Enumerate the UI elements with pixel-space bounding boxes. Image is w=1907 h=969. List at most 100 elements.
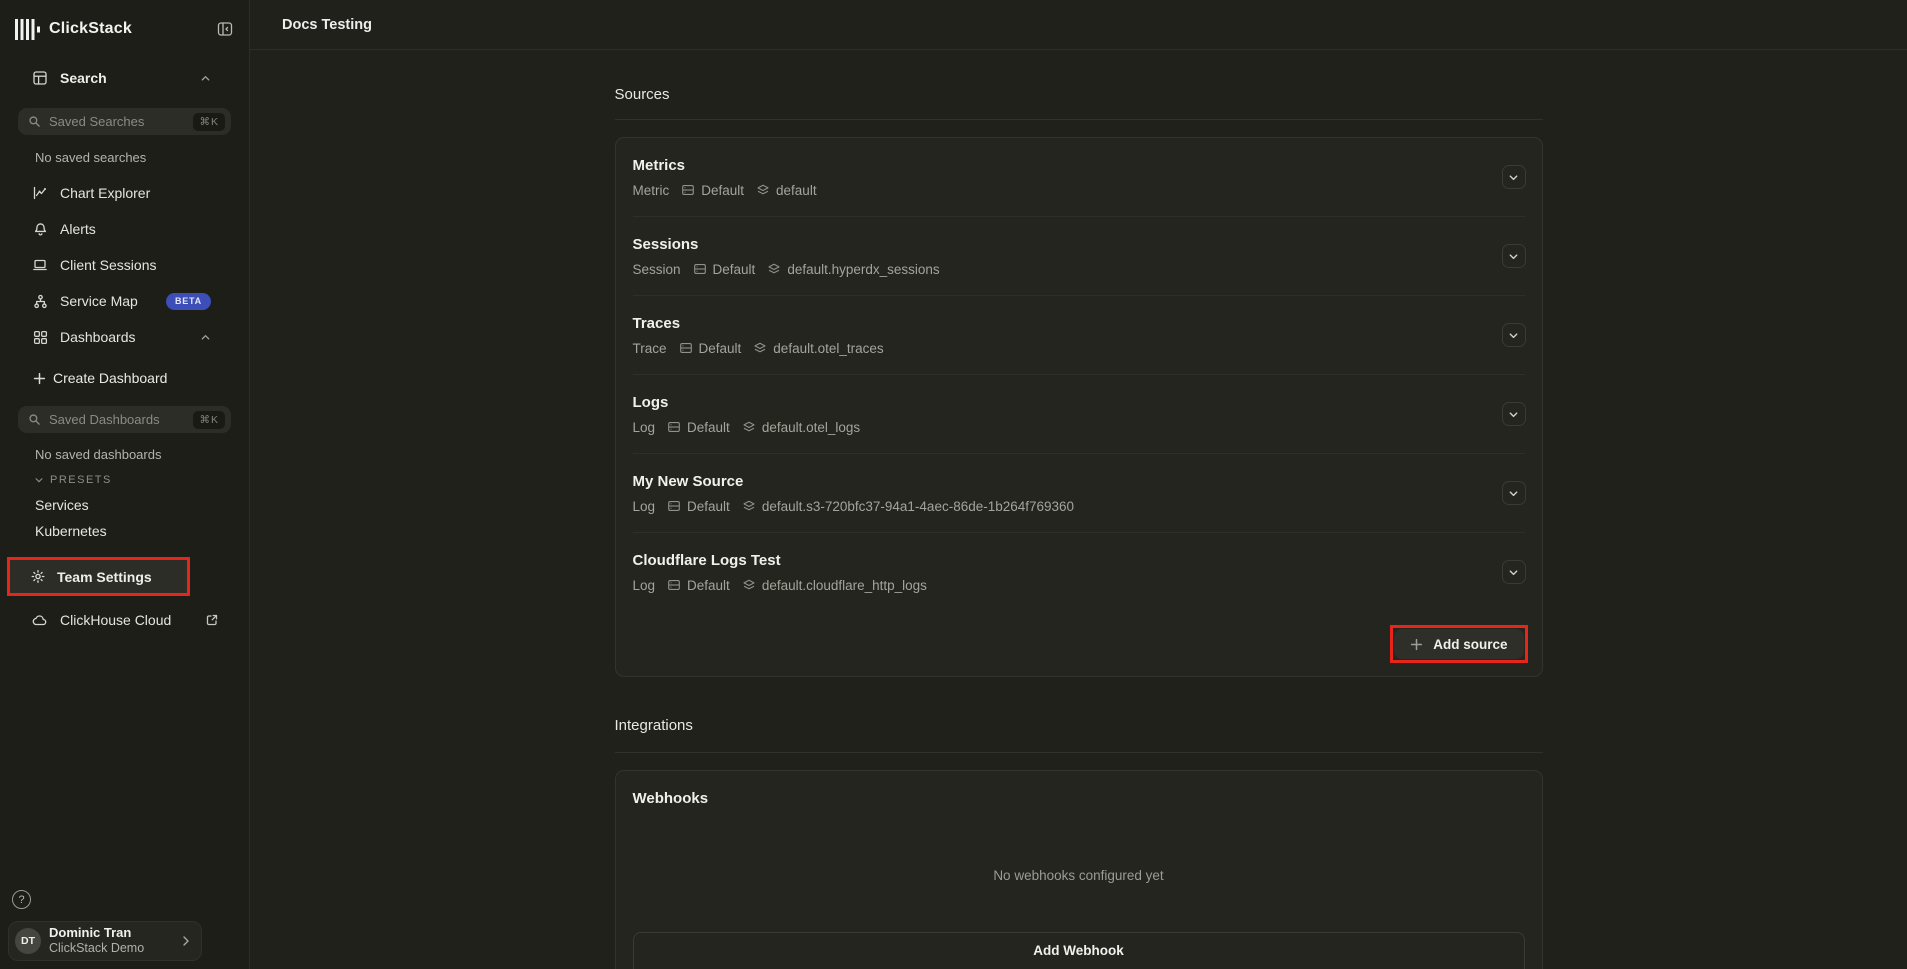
plus-icon [1410,638,1423,651]
app-window: ClickStack Search [0,0,1907,969]
table-name: default.cloudflare_http_logs [762,578,927,593]
shortcut-badge: ⌘K [193,113,225,131]
add-webhook-button[interactable]: Add Webhook [633,932,1525,969]
webhooks-empty-text: No webhooks configured yet [633,868,1525,888]
sources-card: Metrics Metric Default default [615,137,1543,677]
source-meta: Trace Default default.otel_traces [633,338,1525,358]
chart-icon [32,185,48,201]
sidebar-item-service-map[interactable]: Service Map BETA [0,283,249,319]
sidebar-item-client-sessions[interactable]: Client Sessions [0,247,249,283]
divider [615,752,1543,753]
webhooks-title: Webhooks [633,788,1525,810]
expand-source-button[interactable] [1502,244,1526,268]
search-icon [28,115,41,128]
chevron-down-icon [1508,330,1519,341]
add-source-label: Add source [1433,637,1507,652]
source-connection: Default [681,183,744,198]
preset-item-kubernetes[interactable]: Kubernetes [35,520,231,542]
chevron-down-icon [1508,172,1519,183]
table-icon [767,262,781,276]
presets-toggle[interactable]: PRESETS [34,470,231,490]
cloud-icon [32,612,48,629]
saved-searches-placeholder: Saved Searches [49,114,185,129]
sidebar-item-alerts[interactable]: Alerts [0,211,249,247]
expand-source-button[interactable] [1502,323,1526,347]
saved-searches-input[interactable]: Saved Searches ⌘K [18,108,231,135]
add-source-button[interactable]: Add source [1394,629,1523,659]
source-type: Session [633,262,681,277]
source-meta: Log Default default.otel_logs [633,417,1525,437]
expand-source-button[interactable] [1502,165,1526,189]
beta-badge: BETA [166,293,211,310]
source-meta: Session Default default.hyperdx_sessions [633,259,1525,279]
content-scroll-area[interactable]: Sources Metrics Metric Default [250,50,1907,969]
source-name: Traces [633,313,1525,335]
server-icon [679,341,693,355]
table-icon [756,183,770,197]
search-section-icon [32,70,48,86]
sidebar-item-clickhouse-cloud[interactable]: ClickHouse Cloud [0,602,249,638]
chevron-down-icon [1508,251,1519,262]
sidebar-item-label: Service Map [60,293,138,309]
user-meta: Dominic Tran ClickStack Demo [49,926,173,955]
source-meta: Metric Default default [633,180,1525,200]
create-dashboard-button[interactable]: Create Dashboard [0,360,249,396]
server-icon [667,499,681,513]
source-connection: Default [693,262,756,277]
connection-name: Default [701,183,744,198]
page-title: Docs Testing [282,17,372,33]
sidebar-section-search[interactable]: Search [32,68,211,88]
sidebar-item-label: Chart Explorer [60,185,150,201]
source-row: Sessions Session Default default.hyperdx… [616,217,1542,295]
source-table: default.hyperdx_sessions [767,262,939,277]
expand-source-button[interactable] [1502,560,1526,584]
source-name: Metrics [633,155,1525,177]
sidebar-collapse-button[interactable] [217,21,233,37]
sidebar-item-chart-explorer[interactable]: Chart Explorer [0,175,249,211]
chevron-right-icon [181,935,191,947]
expand-source-button[interactable] [1502,402,1526,426]
chevron-up-icon[interactable] [200,332,211,343]
source-type: Log [633,420,656,435]
source-row: Logs Log Default default.otel_logs [616,375,1542,453]
server-icon [681,183,695,197]
help-label: ? [18,894,24,906]
table-name: default.hyperdx_sessions [787,262,939,277]
table-name: default.otel_logs [762,420,860,435]
clickstack-logo: ClickStack [15,19,132,40]
divider [615,119,1543,120]
gear-icon [30,568,46,585]
no-saved-searches-text: No saved searches [35,147,231,167]
avatar: DT [15,928,41,954]
source-type: Log [633,499,656,514]
sidebar-item-label: Alerts [60,221,96,237]
source-type: Log [633,578,656,593]
help-button[interactable]: ? [12,890,31,909]
panel-collapse-icon [217,21,233,37]
source-name: My New Source [633,471,1525,493]
dashboards-grid-icon [32,330,48,345]
user-menu[interactable]: DT Dominic Tran ClickStack Demo [8,921,202,961]
connection-name: Default [713,262,756,277]
add-webhook-label: Add Webhook [1033,943,1124,969]
table-name: default.otel_traces [773,341,883,356]
server-icon [667,578,681,592]
chevron-down-icon [1508,567,1519,578]
clickhouse-cloud-label: ClickHouse Cloud [60,612,171,628]
source-name: Cloudflare Logs Test [633,550,1525,572]
connection-name: Default [687,578,730,593]
source-connection: Default [667,420,730,435]
sidebar-item-team-settings[interactable]: Team Settings [10,560,187,593]
preset-item-services[interactable]: Services [35,494,231,516]
expand-source-button[interactable] [1502,481,1526,505]
chevron-up-icon[interactable] [200,73,211,84]
saved-dashboards-input[interactable]: Saved Dashboards ⌘K [18,406,231,433]
saved-dashboards-placeholder: Saved Dashboards [49,412,185,427]
add-source-row: Add source [616,611,1542,676]
external-link-icon [205,613,219,627]
laptop-icon [32,257,48,273]
sidebar-item-label: Dashboards [60,329,136,345]
avatar-initials: DT [21,935,35,947]
sidebar-item-dashboards[interactable]: Dashboards [0,319,249,355]
source-connection: Default [679,341,742,356]
